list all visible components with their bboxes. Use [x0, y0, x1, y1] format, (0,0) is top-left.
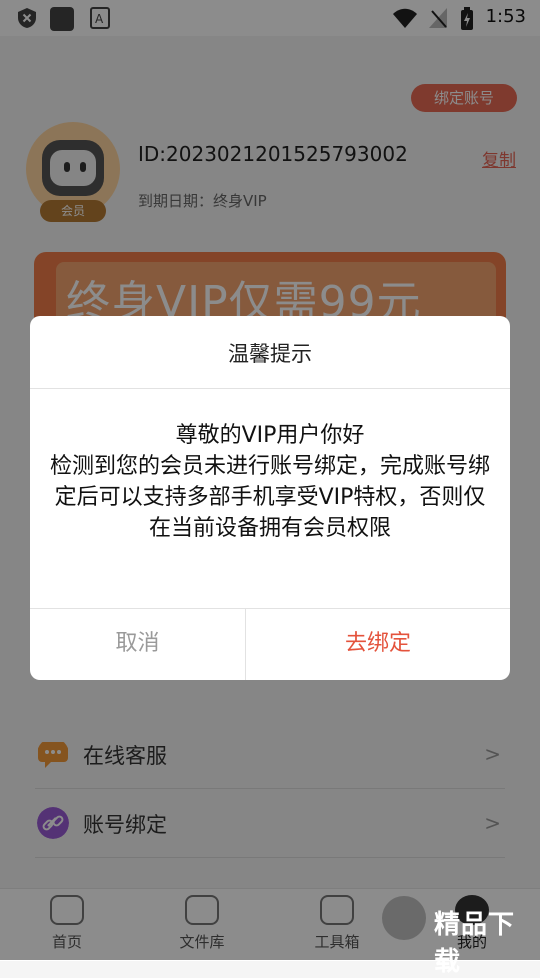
go-bind-button[interactable]: 去绑定	[246, 608, 510, 680]
dialog-message-line2: 检测到您的会员未进行账号绑定，完成账号绑定后可以支持多部手机享受VIP特权，否则…	[49, 454, 490, 541]
cancel-button[interactable]: 取消	[30, 608, 245, 680]
watermark-p-icon	[382, 896, 426, 940]
dialog-divider	[30, 388, 510, 389]
tip-dialog: 温馨提示 尊敬的VIP用户你好 检测到您的会员未进行账号绑定，完成账号绑定后可以…	[30, 316, 510, 680]
dialog-title: 温馨提示	[228, 342, 312, 366]
watermark-logo: 精品下载	[382, 892, 532, 977]
watermark-text: 精品下载	[434, 910, 516, 977]
dialog-message-line1: 尊敬的VIP用户你好	[175, 423, 365, 448]
dialog-message: 尊敬的VIP用户你好 检测到您的会员未进行账号绑定，完成账号绑定后可以支持多部手…	[44, 420, 496, 544]
